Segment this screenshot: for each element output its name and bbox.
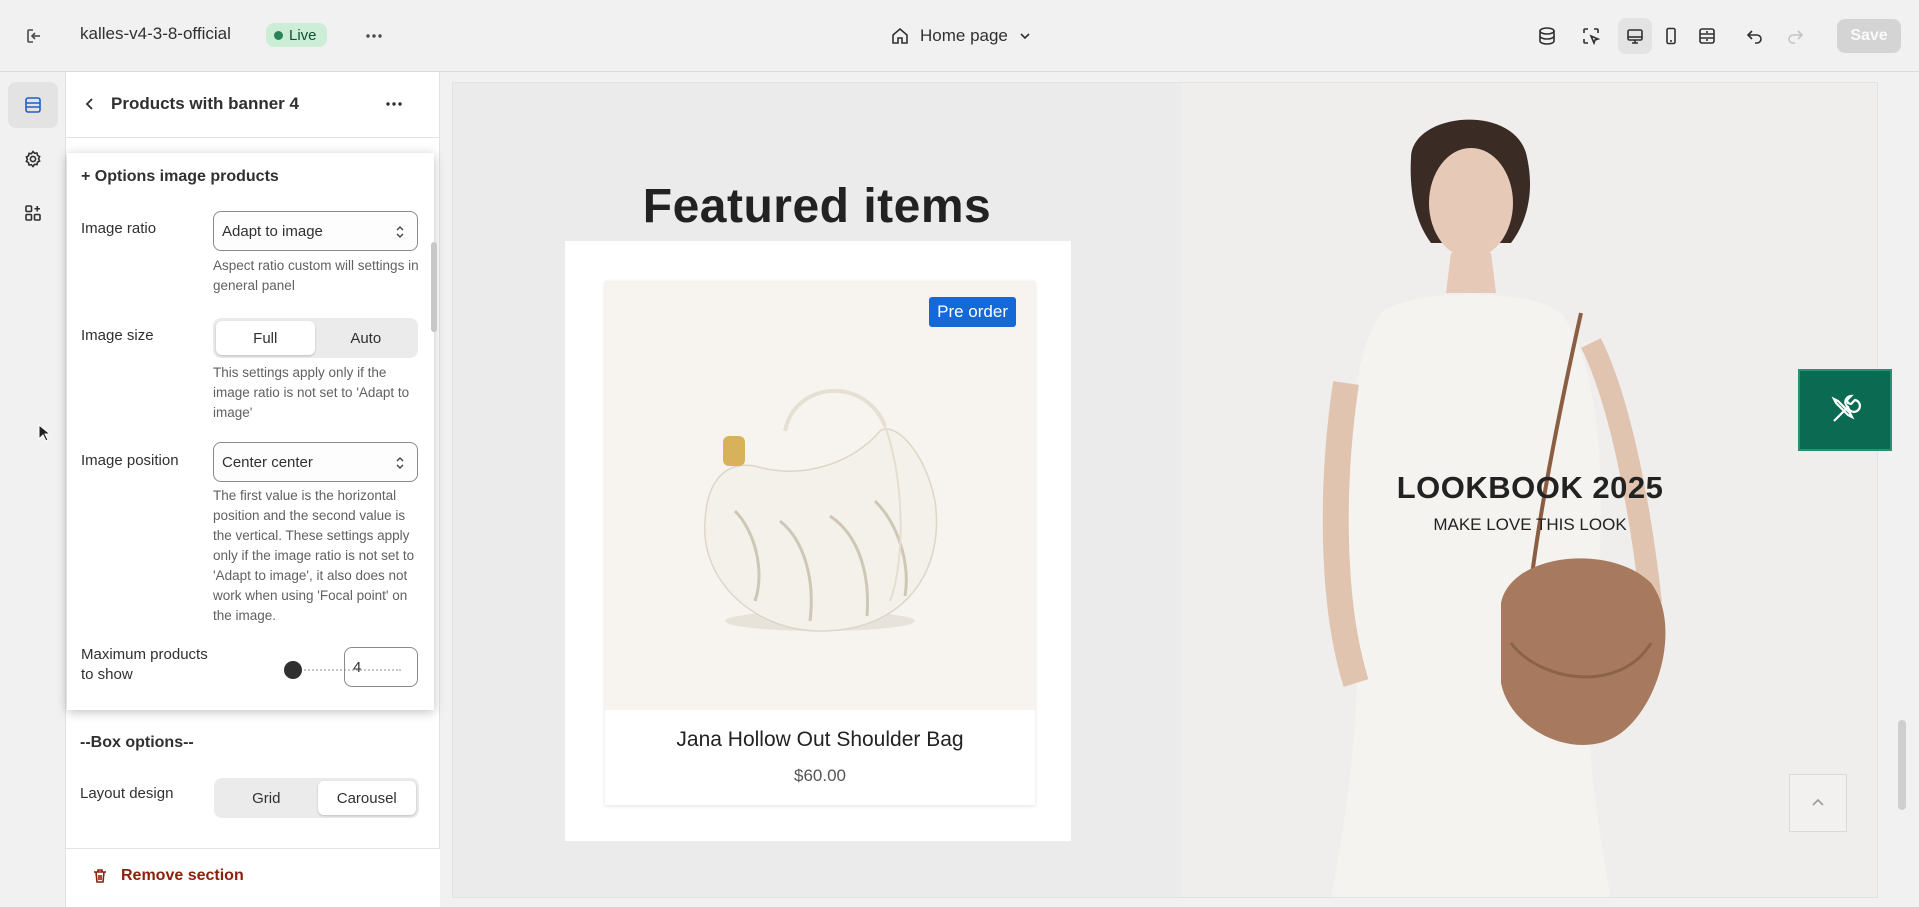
image-ratio-label: Image ratio — [81, 220, 157, 237]
fullscreen-view-icon[interactable] — [1690, 18, 1724, 54]
remove-section-label: Remove section — [121, 867, 244, 884]
theme-settings-icon[interactable] — [8, 136, 58, 182]
trash-icon — [94, 869, 106, 883]
layout-design-label: Layout design — [80, 785, 174, 802]
box-options-heading: --Box options-- — [80, 734, 194, 751]
options-image-heading: + Options image products — [81, 168, 279, 185]
lookbook-subtitle: MAKE LOVE THIS LOOK — [1433, 515, 1627, 534]
apps-icon[interactable] — [8, 190, 58, 236]
sections-icon[interactable] — [8, 82, 58, 128]
home-icon — [892, 27, 908, 44]
featured-items-section: Featured items Pre order Jana Hollow Out… — [453, 83, 1181, 897]
live-status-badge: Live — [266, 23, 327, 47]
image-ratio-value: Adapt to image — [222, 222, 323, 240]
max-products-input[interactable]: 4 — [344, 647, 418, 687]
panel-header: Products with banner 4 — [66, 72, 440, 138]
image-size-option-auto[interactable]: Auto — [317, 321, 416, 355]
preview-scrollbar[interactable] — [1898, 720, 1906, 810]
viewport-switcher — [1618, 18, 1724, 54]
image-size-option-full[interactable]: Full — [216, 321, 315, 355]
lookbook-title: LOOKBOOK 2025 — [1396, 470, 1664, 505]
top-bar: kalles-v4-3-8-official Live Home page Sa… — [0, 0, 1919, 72]
image-position-value: Center center — [222, 453, 313, 471]
product-card[interactable]: Pre order Jana Hollow Out Shoulder Bag $… — [605, 281, 1035, 805]
image-size-toggle: Full Auto — [213, 318, 418, 358]
page-selector[interactable]: Home page — [884, 20, 1038, 52]
panel-scrollbar[interactable] — [431, 242, 437, 332]
panel-title: Products with banner 4 — [111, 94, 299, 113]
select-arrows-icon — [396, 456, 404, 470]
layout-option-grid[interactable]: Grid — [217, 781, 316, 815]
product-card-highlight: Pre order Jana Hollow Out Shoulder Bag $… — [565, 241, 1071, 841]
save-button[interactable]: Save — [1837, 19, 1901, 53]
layout-option-carousel[interactable]: Carousel — [317, 781, 416, 815]
image-size-help: This settings apply only if the image ra… — [213, 365, 410, 420]
image-position-label: Image position — [81, 452, 179, 469]
store-preview: Featured items Pre order Jana Hollow Out… — [452, 82, 1878, 898]
product-name[interactable]: Jana Hollow Out Shoulder Bag — [605, 728, 1035, 752]
redo-icon[interactable] — [1779, 20, 1811, 52]
select-arrows-icon — [396, 225, 404, 239]
database-icon[interactable] — [1531, 20, 1563, 52]
product-image[interactable]: Pre order — [605, 281, 1035, 710]
mobile-view-icon[interactable] — [1654, 18, 1688, 54]
live-dot-icon — [274, 30, 283, 40]
layout-design-toggle: Grid Carousel — [214, 778, 419, 818]
preorder-badge: Pre order — [929, 297, 1016, 327]
mouse-cursor-icon — [38, 424, 50, 442]
product-price: $60.00 — [794, 766, 846, 785]
back-arrow-icon[interactable] — [76, 90, 104, 118]
options-image-products-card[interactable]: + Options image products Image ratio Ada… — [67, 153, 434, 710]
left-rail — [0, 72, 66, 907]
image-size-label: Image size — [81, 327, 154, 344]
store-name: kalles-v4-3-8-official — [80, 24, 231, 43]
page-selector-label: Home page — [920, 26, 1008, 45]
more-actions-icon[interactable] — [358, 20, 390, 52]
lookbook-banner[interactable]: LOOKBOOK 2025 MAKE LOVE THIS LOOK — [1181, 83, 1877, 897]
chevron-down-icon — [1020, 33, 1030, 40]
remove-section-button[interactable]: Remove section — [91, 867, 244, 885]
tools-wrench-icon[interactable] — [1798, 369, 1892, 451]
scroll-to-top-icon[interactable] — [1789, 774, 1847, 832]
desktop-view-icon[interactable] — [1618, 18, 1652, 54]
featured-title: Featured items — [642, 180, 992, 233]
image-position-help: The first value is the horizontal positi… — [213, 488, 415, 623]
image-ratio-help: Aspect ratio custom will settings in gen… — [213, 258, 419, 293]
inspector-select-icon[interactable] — [1575, 20, 1607, 52]
exit-icon[interactable] — [18, 20, 50, 52]
slider-thumb[interactable] — [284, 661, 302, 679]
image-ratio-select[interactable]: Adapt to image — [213, 211, 418, 251]
image-position-select[interactable]: Center center — [213, 442, 418, 482]
undo-icon[interactable] — [1739, 20, 1771, 52]
max-products-label: Maximum products to show — [81, 646, 208, 683]
handbag-image — [704, 389, 938, 632]
live-label: Live — [289, 26, 317, 44]
section-more-icon[interactable] — [378, 90, 410, 118]
remove-section-bar: Remove section — [67, 848, 440, 907]
